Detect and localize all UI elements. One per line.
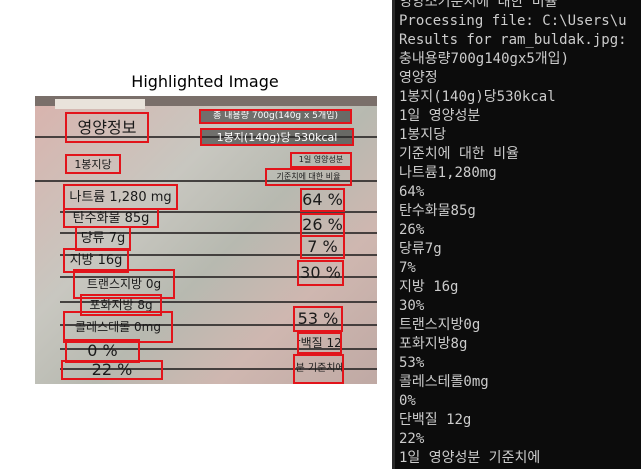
box-fat-pct: 30 % [297, 260, 344, 286]
box-protein: 단백질 12g [297, 332, 342, 354]
terminal-line: 단백질 12g [399, 412, 472, 428]
terminal-line: 포화지방8g [399, 336, 468, 352]
photo-top-paper [55, 99, 145, 109]
terminal-window[interactable]: 영양소기준치에 대한 비율 Processing file: C:\Users\u… [392, 0, 641, 469]
box-sodium: 나트륨 1,280 mg [63, 184, 178, 210]
terminal-line: Results for ram_buldak.jpg: [399, 32, 627, 48]
box-footer: 1일 영양성분 기준치에 대한 비율 [293, 354, 344, 384]
box-daily-value: 1일 영양성분 [290, 152, 352, 168]
box-ratio-header: 기준치에 대한 비율 [265, 168, 352, 186]
figure-title: Highlighted Image [131, 72, 279, 91]
box-one-bag: 1봉지당 [65, 154, 121, 174]
terminal-line: 콜레스테롤0mg [399, 374, 489, 390]
box-per-serving: 1봉지(140g)당 530kcal [200, 128, 354, 146]
terminal-line: 0% [399, 393, 416, 409]
terminal-line: 영양정 [399, 70, 438, 86]
terminal-line: 1일 영양성분 기준치에 [399, 450, 541, 466]
box-protein-pct: 22 % [61, 360, 163, 380]
box-sat-fat-pct: 53 % [293, 306, 343, 332]
terminal-line: 64% [399, 184, 425, 200]
terminal-line: 53% [399, 355, 425, 371]
terminal-line: 30% [399, 298, 425, 314]
box-sugar-pct: 7 % [300, 235, 345, 259]
box-sodium-pct: 64 % [300, 188, 345, 212]
terminal-scrollbar[interactable] [392, 0, 395, 469]
box-carbs-pct: 26 % [300, 213, 345, 237]
terminal-line: Processing file: C:\Users\u [399, 13, 627, 29]
box-nutrition-title: 영양정보 [65, 112, 149, 143]
terminal-line: 지방 16g [399, 279, 459, 295]
terminal-line: 트랜스지방0g [399, 317, 481, 333]
terminal-line: 1일 영양성분 [399, 108, 481, 124]
matplotlib-figure: Highlighted Image 영양정보 총 내용량 700g(140g x … [0, 0, 392, 469]
terminal-line: 1봉지당 [399, 127, 447, 143]
terminal-line: 영양소기준치에 대한 비율 [399, 0, 558, 10]
box-carbs: 탄수화물 85g [63, 208, 159, 228]
terminal-line: 나트륨1,280mg [399, 165, 497, 181]
terminal-line: 7% [399, 260, 416, 276]
terminal-line: 기준치에 대한 비율 [399, 146, 519, 162]
terminal-line: 22% [399, 431, 425, 447]
nutrition-label-photo: 영양정보 총 내용량 700g(140g x 5개입) 1봉지(140g)당 530… [35, 96, 377, 384]
terminal-line: 26% [399, 222, 425, 238]
terminal-line: 당류7g [399, 241, 442, 257]
terminal-line: 탄수화물85g [399, 203, 476, 219]
terminal-line: 1봉지(140g)당530kcal [399, 89, 556, 105]
box-net-weight: 총 내용량 700g(140g x 5개입) [199, 109, 352, 124]
terminal-line: 충내용량700g140gx5개입) [399, 51, 569, 67]
